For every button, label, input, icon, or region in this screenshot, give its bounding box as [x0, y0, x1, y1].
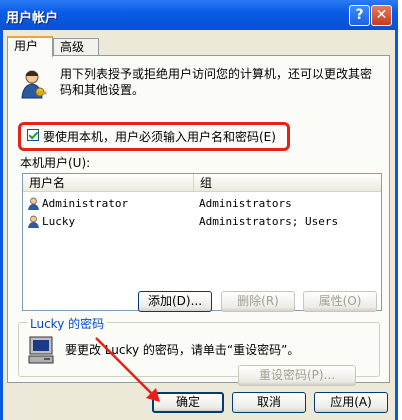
computer-icon: [28, 336, 54, 364]
close-button[interactable]: ✕: [371, 5, 392, 26]
description-text: 用下列表授予或拒绝用户访问您的计算机，还可以更改其密码和其他设置。: [60, 67, 373, 97]
reset-password-button[interactable]: 重设密码(P)...: [238, 365, 356, 386]
user-name: Administrator: [42, 197, 129, 210]
user-group: Administrators; Users: [199, 215, 339, 228]
column-header-group[interactable]: 组: [193, 174, 381, 192]
remove-button[interactable]: 删除(R): [221, 291, 295, 312]
title-bar[interactable]: 用户帐户 ? ✕: [0, 0, 398, 30]
table-row[interactable]: Lucky Administrators; Users: [27, 214, 379, 230]
user-icon: [28, 197, 39, 210]
users-icon: [21, 70, 47, 99]
user-group: Administrators: [199, 197, 292, 210]
apply-button[interactable]: 应用(A): [314, 392, 388, 413]
dialog-window: 用户帐户 ? ✕ 用户 高级 用下列表授予或拒绝用户访问您的计算机，还可以更改其…: [0, 0, 398, 420]
password-group-title: Lucky 的密码: [27, 315, 108, 332]
require-password-checkbox[interactable]: [27, 129, 39, 141]
require-password-label[interactable]: 要使用本机，用户必须输入用户名和密码(E): [43, 128, 276, 145]
column-header-username[interactable]: 用户名: [23, 174, 193, 192]
table-row[interactable]: Administrator Administrators: [27, 196, 379, 212]
add-button[interactable]: 添加(D)...: [138, 291, 212, 312]
highlight-annotation: 要使用本机，用户必须输入用户名和密码(E): [18, 122, 290, 151]
user-name: Lucky: [42, 215, 76, 228]
tab-users[interactable]: 用户: [7, 36, 53, 57]
ok-button[interactable]: 确定: [152, 392, 224, 413]
window-title: 用户帐户: [6, 11, 59, 26]
properties-button[interactable]: 属性(O): [303, 291, 377, 312]
dialog-client: 用户 高级 用下列表授予或拒绝用户访问您的计算机，还可以更改其密码和其他设置。 …: [3, 30, 395, 420]
tab-advanced[interactable]: 高级: [53, 38, 99, 55]
cancel-button[interactable]: 取消: [232, 392, 306, 413]
user-icon: [28, 215, 39, 228]
local-users-label: 本机用户(U):: [20, 156, 91, 170]
users-tab-panel: 用下列表授予或拒绝用户访问您的计算机，还可以更改其密码和其他设置。 要使用本机，…: [7, 55, 390, 386]
help-button[interactable]: ?: [349, 5, 370, 26]
password-group-text: 要更改 Lucky 的密码，请单击“重设密码”。: [65, 343, 300, 357]
